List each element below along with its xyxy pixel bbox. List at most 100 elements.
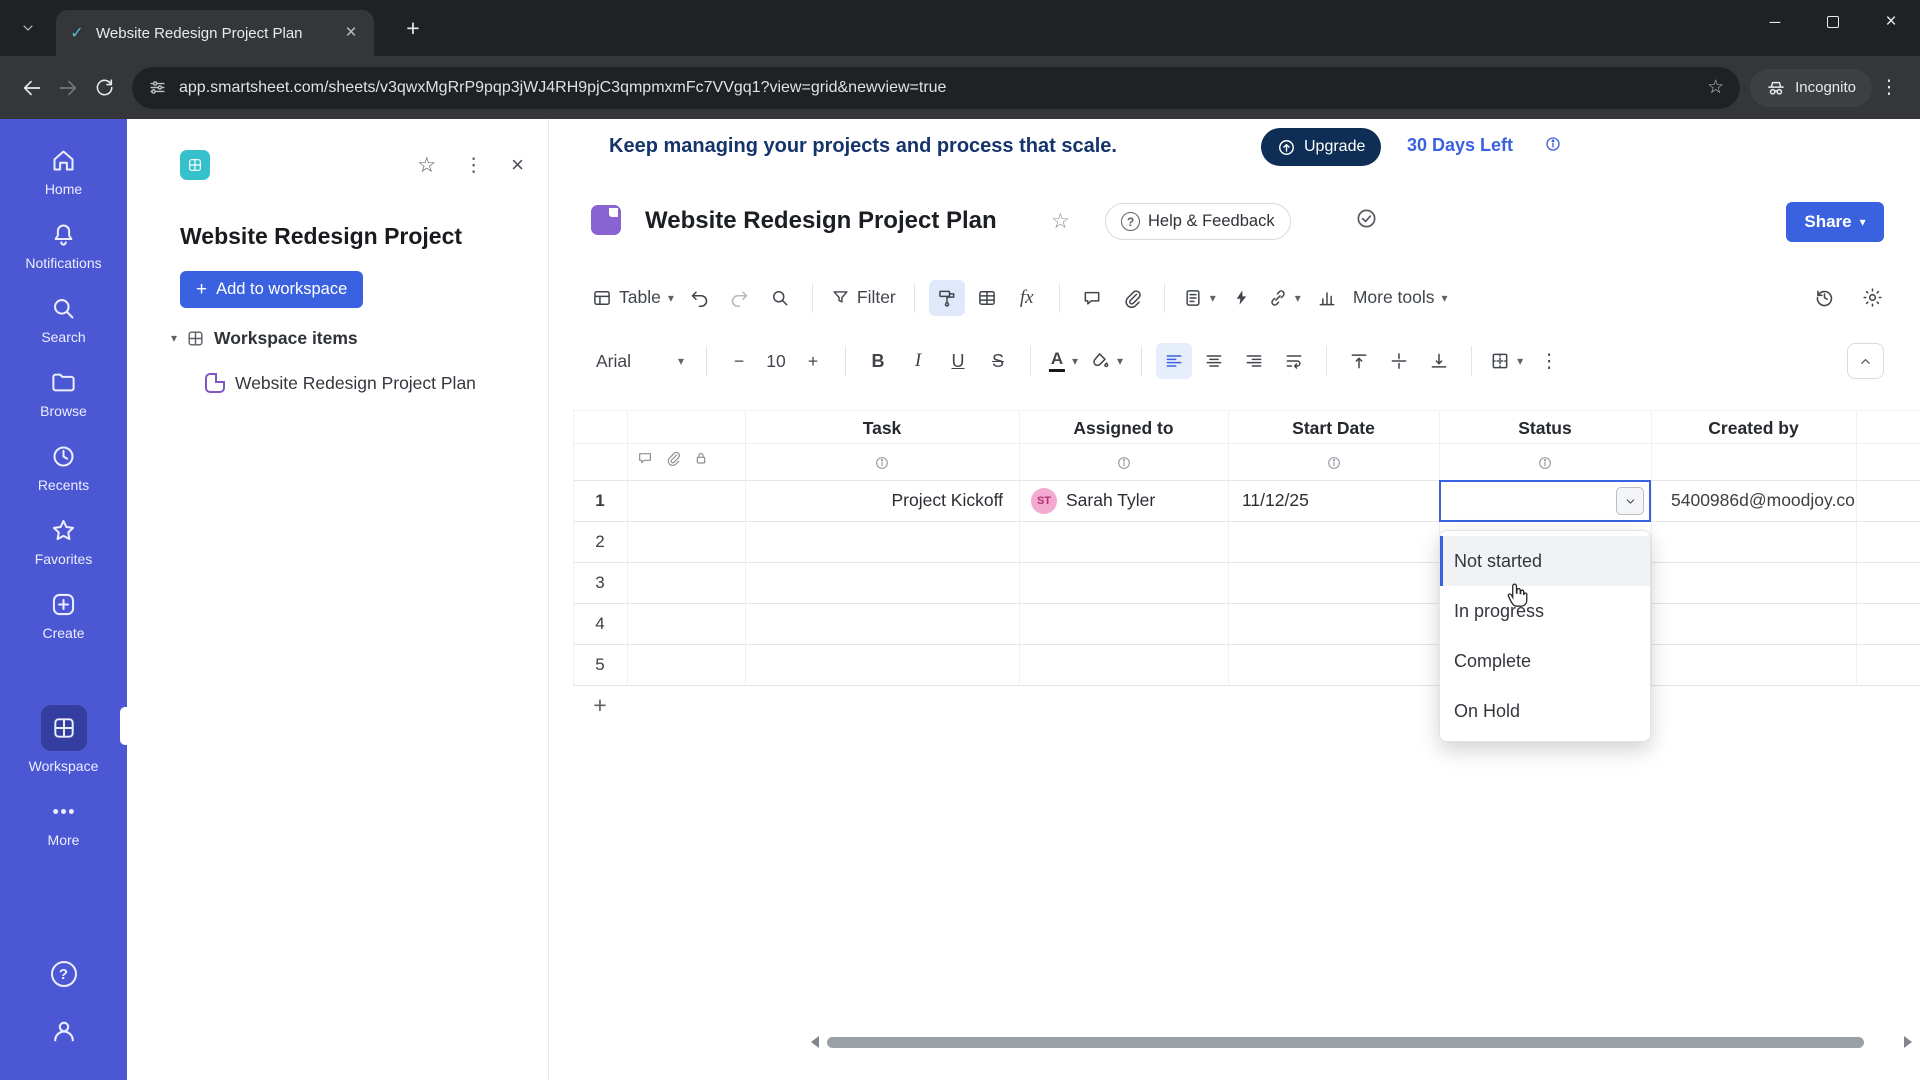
sidebar-item-notifications[interactable]: Notifications xyxy=(0,221,127,271)
add-row-button[interactable]: + xyxy=(573,685,627,726)
status-info-icon[interactable] xyxy=(1439,450,1651,476)
text-color-button[interactable]: A ▾ xyxy=(1045,343,1082,379)
column-header-assigned-to[interactable]: Assigned to xyxy=(1019,414,1228,442)
attachment-column-icon[interactable] xyxy=(665,450,681,466)
fill-color-button[interactable]: ▾ xyxy=(1086,343,1127,379)
new-tab-button[interactable]: + xyxy=(398,13,428,43)
cell-task[interactable]: Project Kickoff xyxy=(745,480,1019,521)
tab-search-button[interactable] xyxy=(14,14,42,42)
sidebar-item-search[interactable]: Search xyxy=(0,295,127,345)
collapse-toolbar-button[interactable] xyxy=(1847,343,1884,379)
format-overflow-button[interactable]: ⋮ xyxy=(1531,343,1567,379)
cell-status-selected[interactable] xyxy=(1439,480,1651,522)
browser-tab[interactable]: ✓ Website Redesign Project Plan × xyxy=(56,10,374,56)
status-dropdown-button[interactable] xyxy=(1616,487,1644,515)
cell-format-button[interactable] xyxy=(969,280,1005,316)
tab-close-icon[interactable]: × xyxy=(340,22,362,44)
automation-button[interactable] xyxy=(1224,280,1260,316)
font-family-select[interactable]: Arial ▾ xyxy=(588,343,692,379)
font-size-increase-button[interactable]: + xyxy=(795,343,831,379)
align-right-button[interactable] xyxy=(1236,343,1272,379)
window-maximize-button[interactable] xyxy=(1804,0,1862,44)
italic-button[interactable]: I xyxy=(900,343,936,379)
comments-button[interactable] xyxy=(1074,280,1110,316)
sheet-favorite-star-icon[interactable]: ☆ xyxy=(1051,209,1070,234)
paint-format-button[interactable] xyxy=(928,279,965,316)
add-to-workspace-button[interactable]: + Add to workspace xyxy=(180,271,364,308)
row-number[interactable]: 5 xyxy=(573,644,627,685)
sidebar-item-workspace[interactable]: Workspace xyxy=(0,705,127,774)
sheet-list-item[interactable]: Website Redesign Project Plan xyxy=(205,369,476,397)
help-feedback-button[interactable]: ? Help & Feedback xyxy=(1105,203,1291,240)
column-header-task[interactable]: Task xyxy=(745,414,1019,442)
status-option-on-hold[interactable]: On Hold xyxy=(1440,686,1650,736)
link-button[interactable]: ▾ xyxy=(1264,280,1305,316)
share-button[interactable]: Share ▾ xyxy=(1786,202,1884,242)
row-number[interactable]: 1 xyxy=(573,480,627,521)
attachments-button[interactable] xyxy=(1114,280,1150,316)
scroll-left-icon[interactable] xyxy=(811,1036,819,1048)
forward-button[interactable] xyxy=(50,70,86,106)
trial-info-icon[interactable] xyxy=(1544,135,1562,158)
column-header-created-by[interactable]: Created by xyxy=(1651,414,1856,442)
bookmark-star-icon[interactable]: ☆ xyxy=(1707,76,1724,99)
chart-button[interactable] xyxy=(1309,280,1345,316)
search-sheet-button[interactable] xyxy=(762,280,798,316)
view-switcher-table[interactable]: Table ▾ xyxy=(588,280,678,316)
row-number[interactable]: 3 xyxy=(573,562,627,603)
window-minimize-button[interactable]: ─ xyxy=(1746,0,1804,44)
font-size-value[interactable]: 10 xyxy=(761,343,791,379)
status-option-in-progress[interactable]: In progress xyxy=(1440,586,1650,636)
task-info-icon[interactable] xyxy=(745,450,1019,476)
wrap-text-button[interactable] xyxy=(1276,343,1312,379)
vertical-align-middle-button[interactable] xyxy=(1381,343,1417,379)
font-size-decrease-button[interactable]: − xyxy=(721,343,757,379)
assigned-info-icon[interactable] xyxy=(1019,450,1228,476)
favorite-star-icon[interactable]: ☆ xyxy=(417,153,436,178)
panel-close-icon[interactable]: × xyxy=(511,152,524,178)
vertical-align-top-button[interactable] xyxy=(1341,343,1377,379)
align-center-button[interactable] xyxy=(1196,343,1232,379)
document-panel-button[interactable]: ▾ xyxy=(1179,280,1220,316)
upgrade-button[interactable]: Upgrade xyxy=(1261,128,1382,166)
panel-menu-icon[interactable]: ⋮ xyxy=(464,154,483,177)
row-number[interactable]: 4 xyxy=(573,603,627,644)
cell-created-by[interactable]: 5400986d@moodjoy.com xyxy=(1651,480,1856,521)
align-left-button[interactable] xyxy=(1156,343,1193,379)
sidebar-item-browse[interactable]: Browse xyxy=(0,369,127,419)
scroll-right-icon[interactable] xyxy=(1904,1036,1912,1048)
horizontal-scrollbar[interactable] xyxy=(811,1034,1912,1050)
undo-button[interactable] xyxy=(682,280,718,316)
status-option-complete[interactable]: Complete xyxy=(1440,636,1650,686)
vertical-align-bottom-button[interactable] xyxy=(1421,343,1457,379)
underline-button[interactable]: U xyxy=(940,343,976,379)
site-info-icon[interactable] xyxy=(148,78,167,97)
url-bar[interactable]: app.smartsheet.com/sheets/v3qwxMgRrP9pqp… xyxy=(132,66,1741,109)
sidebar-help[interactable]: ? xyxy=(0,961,127,987)
sidebar-item-recents[interactable]: Recents xyxy=(0,443,127,493)
more-tools-button[interactable]: More tools ▾ xyxy=(1349,280,1452,316)
sidebar-item-home[interactable]: Home xyxy=(0,147,127,197)
start-date-info-icon[interactable] xyxy=(1228,450,1439,476)
bold-button[interactable]: B xyxy=(860,343,896,379)
sidebar-item-favorites[interactable]: Favorites xyxy=(0,517,127,567)
cell-assigned-to[interactable]: ST Sarah Tyler xyxy=(1019,480,1228,521)
status-option-not-started[interactable]: Not started xyxy=(1440,536,1650,586)
column-header-status[interactable]: Status xyxy=(1439,414,1651,442)
formula-button[interactable]: fx xyxy=(1009,280,1045,316)
filter-button[interactable]: Filter xyxy=(827,280,900,316)
reload-button[interactable] xyxy=(86,70,122,106)
sidebar-item-more[interactable]: More xyxy=(0,798,127,848)
strikethrough-button[interactable]: S xyxy=(980,343,1016,379)
comment-column-icon[interactable] xyxy=(637,450,653,466)
lock-column-icon[interactable] xyxy=(693,450,709,466)
borders-button[interactable]: ▾ xyxy=(1486,343,1527,379)
sidebar-item-create[interactable]: Create xyxy=(0,591,127,641)
redo-button[interactable] xyxy=(722,280,758,316)
workspace-items-section[interactable]: ▾ Workspace items xyxy=(171,324,358,352)
cell-start-date[interactable]: 11/12/25 xyxy=(1228,480,1439,521)
browser-menu-icon[interactable]: ⋮ xyxy=(1872,76,1906,99)
url-text[interactable]: app.smartsheet.com/sheets/v3qwxMgRrP9pqp… xyxy=(179,79,1695,97)
sidebar-account[interactable] xyxy=(0,1017,127,1045)
scrollbar-thumb[interactable] xyxy=(827,1036,1864,1048)
